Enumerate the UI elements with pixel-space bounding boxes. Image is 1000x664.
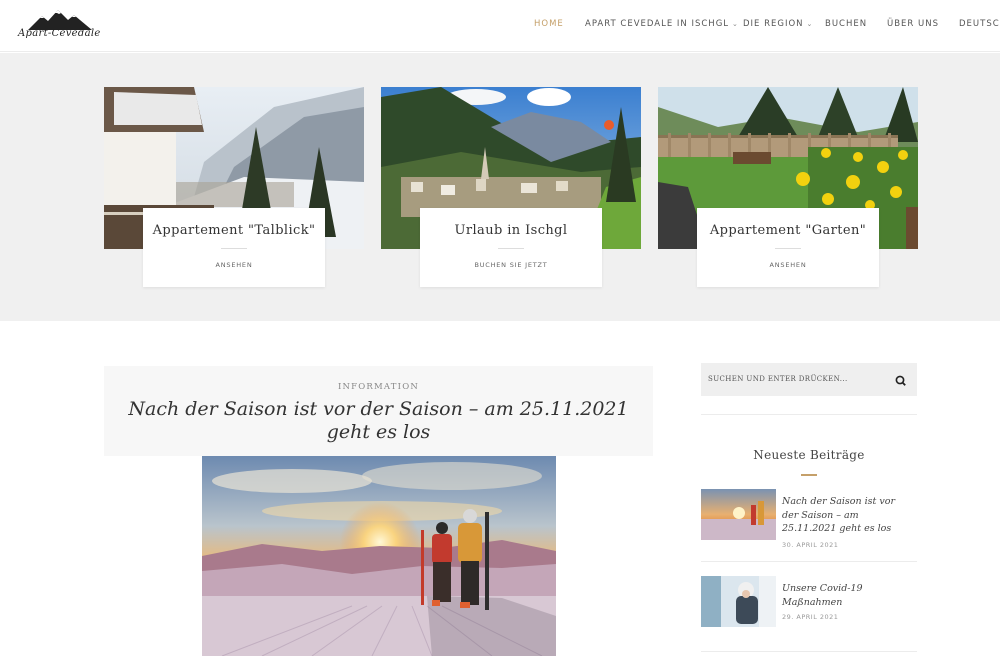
accent-divider <box>801 474 817 476</box>
ski-sunset-photo <box>202 456 556 656</box>
recent-posts-title: Neueste Beiträge <box>753 448 865 462</box>
divider <box>775 248 801 249</box>
nav-buchen[interactable]: BUCHEN <box>825 19 867 29</box>
recent-post-thumb[interactable] <box>701 489 776 540</box>
divider <box>701 651 917 652</box>
nav-language[interactable]: DEUTSCH <box>959 19 1000 29</box>
ski-sunset-thumb <box>701 489 776 540</box>
recent-post-title[interactable]: Unsere Covid-19 Maßnahmen <box>782 582 914 609</box>
nav-ueber-uns[interactable]: ÜBER UNS <box>887 19 939 29</box>
recent-post-date: 29. APRIL 2021 <box>782 613 839 621</box>
search-box[interactable]: SUCHEN UND ENTER DRÜCKEN... <box>701 363 917 396</box>
post-title[interactable]: Nach der Saison ist vor der Saison – am … <box>114 398 643 444</box>
nav-die-region[interactable]: DIE REGION ⌄ <box>743 19 813 29</box>
featured-card-garten: Appartement "Garten" ANSEHEN <box>697 208 879 287</box>
divider <box>701 561 917 562</box>
card-link-ansehen[interactable]: ANSEHEN <box>143 261 325 269</box>
card-link-ansehen[interactable]: ANSEHEN <box>697 261 879 269</box>
recent-post-thumb[interactable] <box>701 576 776 627</box>
search-input[interactable]: SUCHEN UND ENTER DRÜCKEN... <box>708 375 848 383</box>
chevron-down-icon: ⌄ <box>806 20 814 28</box>
card-title: Urlaub in Ischgl <box>454 223 568 238</box>
divider <box>498 248 524 249</box>
post-category[interactable]: INFORMATION <box>104 382 653 392</box>
nav-apart-cevedale[interactable]: APART CEVEDALE IN ISCHGL ⌄ <box>585 19 739 29</box>
divider <box>701 414 917 415</box>
nav-home[interactable]: HOME <box>534 19 564 29</box>
recent-post-date: 30. APRIL 2021 <box>782 541 839 549</box>
mountain-logo-icon <box>28 10 92 30</box>
post-header: INFORMATION Nach der Saison ist vor der … <box>104 366 653 456</box>
covid-thumb <box>701 576 776 627</box>
featured-card-ischgl: Urlaub in Ischgl BUCHEN SIE JETZT <box>420 208 602 287</box>
divider <box>221 248 247 249</box>
post-featured-image[interactable] <box>202 456 556 656</box>
featured-section: Appartement "Talblick" ANSEHEN Urlaub in… <box>0 53 1000 321</box>
site-header: Apart-Cevedale HOME APART CEVEDALE IN IS… <box>0 0 1000 52</box>
chevron-down-icon: ⌄ <box>732 20 739 28</box>
card-link-buchen[interactable]: BUCHEN SIE JETZT <box>420 261 602 269</box>
featured-card-talblick: Appartement "Talblick" ANSEHEN <box>143 208 325 287</box>
recent-post-title[interactable]: Nach der Saison ist vor der Saison – am … <box>782 495 914 536</box>
card-title: Appartement "Garten" <box>709 223 867 238</box>
search-icon <box>895 375 906 386</box>
card-title: Appartement "Talblick" <box>152 223 316 238</box>
site-logo[interactable]: Apart-Cevedale <box>18 8 102 44</box>
logo-text: Apart-Cevedale <box>18 28 101 39</box>
search-button[interactable] <box>894 373 908 387</box>
